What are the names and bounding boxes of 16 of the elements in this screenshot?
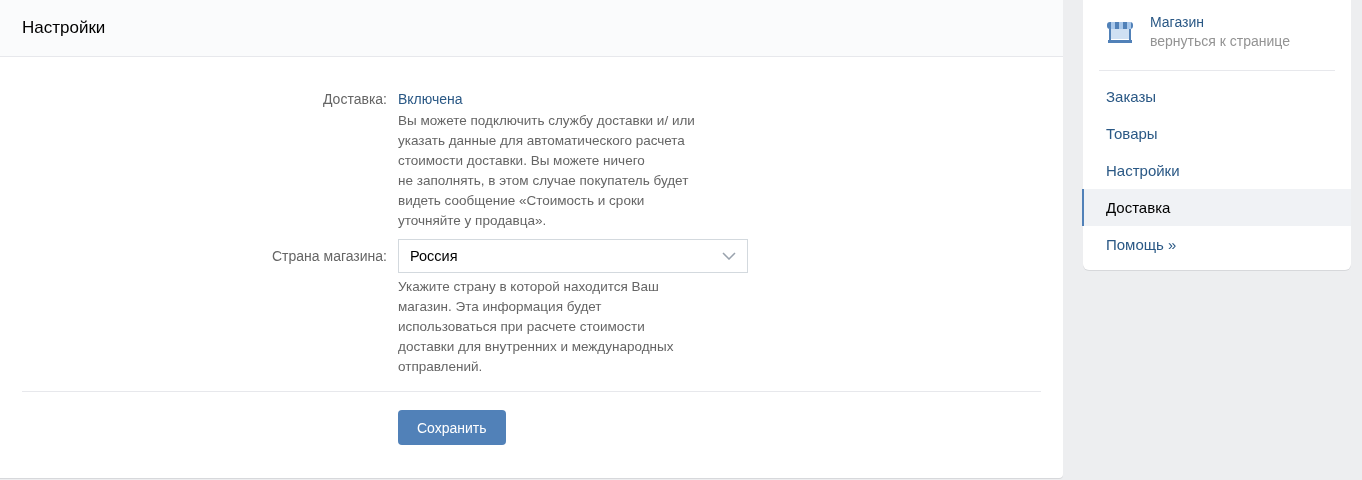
sidebar-item[interactable]: Товары: [1082, 115, 1351, 152]
sidebar-item[interactable]: Настройки: [1082, 152, 1351, 189]
country-dropdown[interactable]: Россия: [398, 239, 748, 273]
save-button[interactable]: Сохранить: [398, 410, 506, 445]
field-hint: Укажите страну в которой находится Ваш магазин. Эта информация будет использоваться при расчете стоимости доставки для внутренних и международных отправлений.: [398, 278, 674, 376]
field-hint: Вы можете подключить службу доставки и/ или указать данные для автоматического расчета стоимости доставки. Вы можете ничего не заполнять, в этом случае покупатель будет видеть сообщение «Стоимость и сроки уточняйте у продавца».: [398, 112, 695, 230]
delivery-status-link[interactable]: Включена: [398, 88, 463, 110]
sidebar-item[interactable]: Доставка: [1082, 189, 1351, 226]
chevron-down-icon: [722, 252, 736, 260]
field-label: Страна магазина:: [271, 247, 388, 266]
field-label: Доставка:: [322, 90, 388, 109]
sidebar-item[interactable]: Помощь »: [1082, 226, 1351, 263]
page-title: Настройки: [22, 18, 106, 38]
sidebar-item[interactable]: Заказы: [1082, 78, 1351, 115]
shop-icon: [1105, 19, 1135, 45]
shop-link[interactable]: Магазин: [1150, 13, 1204, 32]
